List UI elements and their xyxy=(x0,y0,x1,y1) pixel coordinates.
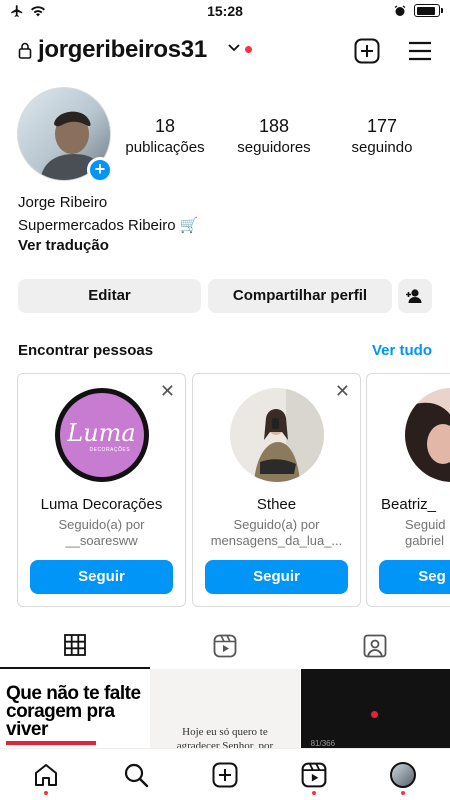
post-thumbnail[interactable]: Hoje eu só quero te agradecer Senhor, po… xyxy=(150,669,300,749)
full-name: Jorge Ribeiro xyxy=(18,194,108,211)
posts-grid: Que não te falte coragem pra viver Hoje … xyxy=(0,669,450,749)
post-text: Que não te falte coragem pra viver xyxy=(6,683,141,740)
suggestion-name: Beatriz_ xyxy=(381,496,437,513)
tab-reels[interactable] xyxy=(150,628,300,668)
edit-profile-button[interactable]: Editar xyxy=(18,279,201,313)
suggestion-mutual: __soaresww xyxy=(65,533,138,548)
suggestion-avatar[interactable] xyxy=(405,388,450,482)
followers-stat[interactable]: 188 seguidores xyxy=(230,116,318,156)
reels-icon xyxy=(301,762,327,788)
bottom-navigation xyxy=(0,748,450,800)
suggestion-card[interactable]: Beatriz_ Seguid gabriel Seg xyxy=(366,373,450,607)
follow-button[interactable]: Seguir xyxy=(205,560,348,594)
status-bar: 15:28 xyxy=(0,0,450,24)
notification-dot xyxy=(245,46,252,53)
following-stat[interactable]: 177 seguindo xyxy=(342,116,422,156)
search-icon xyxy=(124,763,149,788)
suggestion-name: Sthee xyxy=(256,496,297,513)
suggestion-card[interactable]: ✕ Sthee Seguido(a) por mensagens_da_lua_… xyxy=(192,373,361,607)
suggestion-avatar[interactable] xyxy=(229,388,324,482)
post-text: Hoje eu só quero te agradecer Senhor, po… xyxy=(150,725,299,749)
suggestion-card[interactable]: ✕ Luma DECORAÇÕES Luma Decorações Seguid… xyxy=(17,373,186,607)
posts-count: 18 xyxy=(154,116,176,136)
nav-create[interactable] xyxy=(211,761,239,789)
discover-people-button[interactable] xyxy=(398,279,432,313)
follow-button[interactable]: Seg xyxy=(379,560,450,594)
nav-home[interactable] xyxy=(32,761,60,789)
add-story-icon[interactable]: + xyxy=(87,157,113,183)
follow-button[interactable]: Seguir xyxy=(30,560,173,594)
followers-label: seguidores xyxy=(237,139,311,156)
suggestion-avatar[interactable]: Luma DECORAÇÕES xyxy=(54,388,149,482)
luma-logo-text: Luma xyxy=(67,419,136,447)
nav-reels[interactable] xyxy=(300,761,328,789)
add-person-icon xyxy=(406,289,422,303)
lock-icon xyxy=(18,42,32,59)
username-title[interactable]: jorgeribeiros31 xyxy=(38,36,207,64)
grid-icon xyxy=(64,634,86,656)
nav-search[interactable] xyxy=(122,761,150,789)
tab-posts[interactable] xyxy=(0,628,150,668)
post-thumbnail[interactable]: 81/366 xyxy=(300,669,450,749)
reels-icon xyxy=(213,634,237,658)
suggestion-followed-by: Seguido(a) por xyxy=(58,517,145,532)
tagged-icon xyxy=(363,634,387,658)
profile-avatar[interactable]: + xyxy=(17,87,113,183)
following-label: seguindo xyxy=(351,139,413,156)
reels-notification-dot xyxy=(312,791,316,795)
suggestion-mutual: gabriel xyxy=(405,533,445,548)
alarm-icon xyxy=(394,4,406,16)
suggestion-name: Luma Decorações xyxy=(40,496,163,513)
suggestion-mutual: mensagens_da_lua_... xyxy=(210,533,343,548)
create-icon xyxy=(212,762,238,788)
profile-avatar-icon xyxy=(390,762,416,788)
see-all-link[interactable]: Ver tudo xyxy=(372,342,432,359)
add-post-icon[interactable] xyxy=(354,38,380,64)
profile-notification-dot xyxy=(401,791,405,795)
posts-stat[interactable]: 18 publicações xyxy=(125,116,205,156)
status-right xyxy=(394,4,443,17)
followers-count: 188 xyxy=(258,116,290,136)
nav-profile[interactable] xyxy=(389,761,417,789)
menu-icon[interactable] xyxy=(407,38,433,64)
post-text-line: Hoje eu só quero te xyxy=(182,726,268,738)
status-time: 15:28 xyxy=(207,3,243,19)
profile-header: jorgeribeiros31 xyxy=(0,30,450,70)
posts-label: publicações xyxy=(125,139,205,156)
post-counter: 81/366 xyxy=(310,739,336,748)
tab-tagged[interactable] xyxy=(300,628,450,668)
chevron-down-icon[interactable] xyxy=(228,43,240,52)
share-profile-button[interactable]: Compartilhar perfil xyxy=(208,279,392,313)
suggestion-followed-by: Seguido(a) por xyxy=(233,517,320,532)
translate-link[interactable]: Ver tradução xyxy=(18,237,109,254)
suggestion-followed-by: Seguid xyxy=(405,517,446,532)
luma-logo-subtext: DECORAÇÕES xyxy=(89,447,131,453)
home-notification-dot xyxy=(44,791,48,795)
home-icon xyxy=(35,764,57,786)
bio-text: Supermercados Ribeiro 🛒 xyxy=(18,217,199,234)
discover-title: Encontrar pessoas xyxy=(18,342,154,359)
battery-icon xyxy=(414,4,443,17)
close-icon[interactable]: ✕ xyxy=(335,382,350,400)
close-icon[interactable]: ✕ xyxy=(160,382,175,400)
post-thumbnail[interactable]: Que não te falte coragem pra viver xyxy=(0,669,150,749)
post-decoration xyxy=(6,741,96,745)
profile-tabs xyxy=(0,628,450,668)
heart-icon xyxy=(370,711,378,718)
following-count: 177 xyxy=(366,116,398,136)
